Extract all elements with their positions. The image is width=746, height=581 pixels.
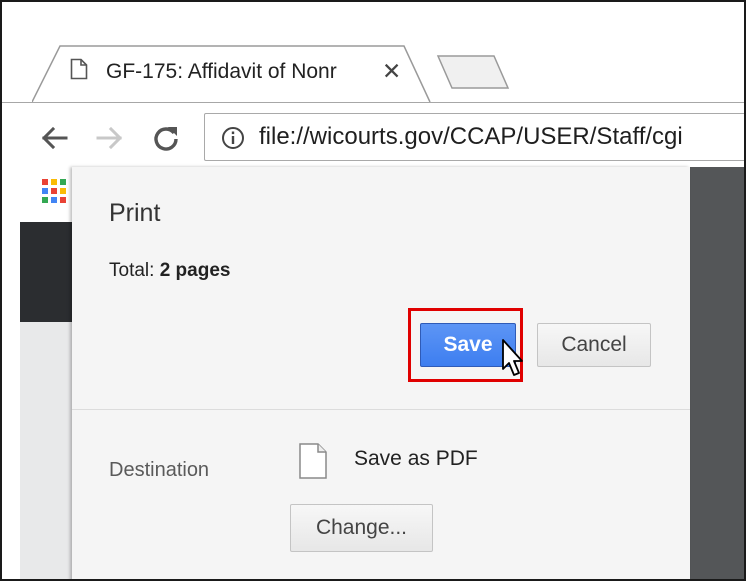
print-preview-area (690, 167, 744, 579)
address-bar[interactable]: file://wicourts.gov/CCAP/USER/Staff/cgi (204, 113, 744, 161)
mouse-cursor-icon (502, 339, 523, 376)
browser-window: GF-175: Affidavit of Nonr ✕ file://wicou… (0, 0, 746, 581)
total-pages-line: Total: 2 pages (109, 260, 230, 282)
page-background-dark (20, 222, 72, 322)
print-dialog: Print Total: 2 pages Save Cancel Destina… (72, 167, 690, 579)
destination-value: Save as PDF (354, 447, 478, 470)
reload-icon[interactable] (150, 122, 182, 154)
forward-arrow-icon[interactable] (94, 122, 126, 154)
change-destination-button[interactable]: Change... (290, 504, 433, 552)
total-pages-value: 2 pages (159, 260, 231, 281)
tab-strip: GF-175: Affidavit of Nonr ✕ (2, 2, 744, 104)
browser-toolbar: file://wicourts.gov/CCAP/USER/Staff/cgi (2, 102, 744, 173)
section-divider (72, 409, 690, 410)
total-label: Total: (109, 260, 155, 281)
print-title: Print (109, 199, 161, 227)
page-background-light (20, 322, 72, 579)
pdf-file-icon (299, 443, 327, 479)
tab-title: GF-175: Affidavit of Nonr (106, 60, 376, 84)
cancel-button[interactable]: Cancel (537, 323, 651, 367)
new-tab-icon[interactable] (436, 52, 510, 92)
page-icon (70, 58, 88, 80)
url-text: file://wicourts.gov/CCAP/USER/Staff/cgi (259, 123, 683, 150)
tab-affidavit[interactable]: GF-175: Affidavit of Nonr ✕ (32, 44, 432, 104)
destination-label: Destination (109, 459, 210, 481)
apps-grid-icon[interactable] (40, 177, 70, 207)
info-icon[interactable] (221, 126, 245, 150)
back-arrow-icon[interactable] (38, 122, 70, 154)
tab-close-icon[interactable]: ✕ (382, 56, 401, 86)
